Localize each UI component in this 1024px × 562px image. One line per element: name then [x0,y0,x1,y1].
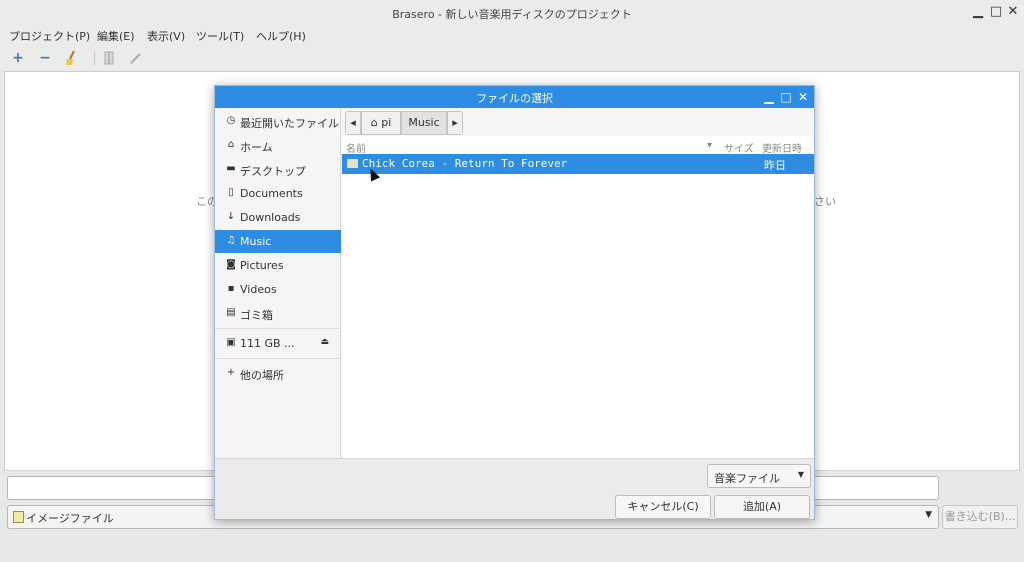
folder-icon: ▬ [226,163,236,174]
sidebar-item-documents[interactable]: ▯ Documents [215,182,341,205]
path-back-button[interactable]: ◂ [345,111,361,135]
folder-icon [347,159,358,168]
clock-icon: ◷ [226,115,236,126]
sidebar-item-label: ゴミ箱 [240,309,273,322]
dialog-minimize-icon[interactable]: ▁ [762,89,776,105]
menu-tools[interactable]: ツール(T) [196,28,244,44]
menu-view[interactable]: 表示(V) [147,28,185,44]
maximize-icon[interactable]: □ [988,4,1004,20]
add-icon[interactable]: + [10,50,26,66]
sidebar-item-drive[interactable]: ▣ 111 GB ... ⏏ [215,332,341,355]
sidebar-item-videos[interactable]: ▪ Videos [215,278,341,301]
column-size[interactable]: サイズ [724,140,754,155]
path-forward-button[interactable]: ▸ [447,111,463,135]
column-name[interactable]: 名前 [346,140,366,155]
toolbar: + − [0,46,1024,70]
dialog-title: ファイルの選択 [476,92,553,105]
camera-icon: ◙ [226,259,236,270]
eject-icon[interactable]: ⏏ [320,337,329,347]
sidebar-item-label: 最近開いたファイル [240,117,339,130]
sidebar-item-downloads[interactable]: ↓ Downloads [215,206,341,229]
menubar: プロジェクト(P) 編集(E) 表示(V) ツール(T) ヘルプ(H) [0,26,1024,46]
chevron-down-icon: ▼ [925,510,932,520]
menu-project[interactable]: プロジェクト(P) [9,28,90,44]
file-chooser-dialog: ファイルの選択 ▁ □ ✕ ◷ 最近開いたファイル ⌂ ホーム ▬ デスクトップ… [214,85,815,520]
empty-hint-right: さい [814,195,836,208]
music-icon: ♫ [226,235,236,246]
sidebar-item-label: Downloads [240,211,301,224]
sidebar-item-recent[interactable]: ◷ 最近開いたファイル [215,110,341,133]
sidebar-item-desktop[interactable]: ▬ デスクトップ [215,158,341,181]
drive-icon: ▣ [226,337,236,348]
burn-button[interactable]: 書き込む(B)... [942,505,1018,529]
file-name: Chick Corea - Return To Forever [362,157,568,170]
file-filter-combo[interactable]: 音楽ファイル ▼ [707,464,811,488]
dialog-maximize-icon[interactable]: □ [779,89,793,105]
path-home-label: pi [381,116,392,129]
remove-icon[interactable]: − [37,50,53,66]
file-filter-label: 音楽ファイル [714,472,780,485]
chevron-down-icon: ▼ [797,470,804,479]
toolbar-separator [94,52,95,66]
sidebar-separator [215,328,341,329]
sidebar-separator [215,358,341,359]
edit-icon[interactable] [128,50,144,66]
sidebar-item-label: ホーム [240,141,273,154]
dialog-action-area: 音楽ファイル ▼ キャンセル(C) 追加(A) [215,458,814,519]
places-sidebar: ◷ 最近開いたファイル ⌂ ホーム ▬ デスクトップ ▯ Documents ↓… [215,108,341,458]
sidebar-item-label: Videos [240,283,277,296]
sidebar-item-other-locations[interactable]: + 他の場所 [215,362,341,385]
path-music-button[interactable]: Music [401,111,447,135]
cancel-button[interactable]: キャンセル(C) [615,495,711,519]
file-modified: 昨日 [764,159,786,172]
split-icon[interactable] [101,50,117,66]
image-file-label: イメージファイル [26,512,114,525]
sidebar-item-label: デスクトップ [240,165,306,178]
dialog-titlebar: ファイルの選択 ▁ □ ✕ [215,86,814,108]
menu-help[interactable]: ヘルプ(H) [256,28,306,44]
file-row[interactable]: Chick Corea - Return To Forever 昨日 [342,154,814,174]
sidebar-item-label: Pictures [240,259,284,272]
menu-edit[interactable]: 編集(E) [97,28,135,44]
sidebar-item-label: Documents [240,187,303,200]
file-list-header: 名前 ▾ サイズ 更新日時 [342,138,814,155]
image-file-icon [13,511,24,523]
window-title: Brasero - 新しい音楽用ディスクのプロジェクト [392,8,632,21]
sidebar-item-label: Music [240,235,272,248]
sidebar-item-label: 他の場所 [240,369,284,382]
sidebar-item-home[interactable]: ⌂ ホーム [215,134,341,157]
video-icon: ▪ [227,283,235,294]
sidebar-item-pictures[interactable]: ◙ Pictures [215,254,341,277]
home-icon: ⌂ [370,116,378,129]
trash-icon: ▤ [226,307,236,318]
clean-icon[interactable] [64,50,80,66]
close-icon[interactable]: ✕ [1005,4,1021,20]
drive-label: 111 GB ... [240,337,295,350]
minimize-icon[interactable]: ▁ [970,4,986,20]
sort-indicator-icon: ▾ [707,140,713,151]
sidebar-item-trash[interactable]: ▤ ゴミ箱 [215,302,341,325]
document-icon: ▯ [228,187,234,198]
file-list[interactable]: 名前 ▾ サイズ 更新日時 Chick Corea - Return To Fo… [342,136,814,458]
home-icon: ⌂ [227,139,235,150]
window-titlebar: Brasero - 新しい音楽用ディスクのプロジェクト ▁ □ ✕ [0,0,1024,26]
plus-icon: + [226,367,236,378]
dialog-close-icon[interactable]: ✕ [796,89,810,105]
column-modified[interactable]: 更新日時 [762,140,802,155]
download-icon: ↓ [226,211,236,222]
sidebar-item-music[interactable]: ♫ Music [215,230,341,253]
add-button[interactable]: 追加(A) [714,495,810,519]
path-home-button[interactable]: ⌂ pi [361,111,401,135]
